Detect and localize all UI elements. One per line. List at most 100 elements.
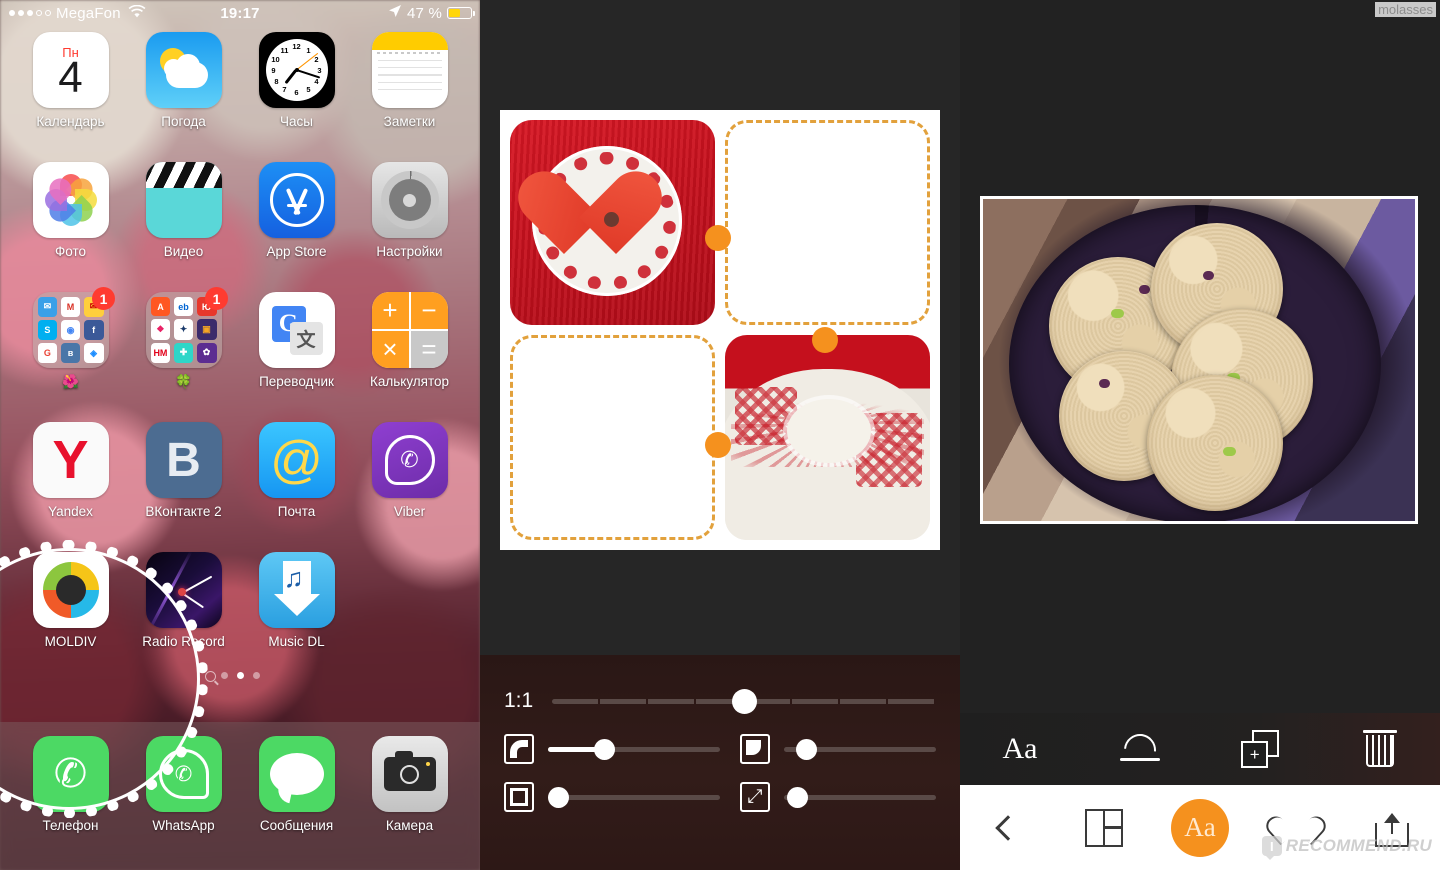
collage-resize-handle[interactable]	[705, 225, 731, 251]
calendar-day-number: 4	[58, 52, 83, 102]
app-icon-videos[interactable]: Видео	[127, 162, 240, 292]
text-toolbar: Aa +	[960, 713, 1440, 785]
calc-key-equals: =	[410, 331, 448, 368]
photo-frame[interactable]: Molasses ⤢	[980, 196, 1418, 524]
app-label: Radio Record	[142, 634, 225, 649]
app-icon-grid: Пн 4 Календарь Погода 12 1 2 3 4 5 6 7 8…	[0, 32, 480, 682]
font-button[interactable]: Aa	[960, 732, 1080, 766]
flip-button[interactable]	[1080, 727, 1200, 773]
app-label: Календарь	[36, 114, 105, 129]
yandex-icon: Y	[32, 422, 109, 498]
collage-resize-handle[interactable]	[812, 327, 838, 353]
app-label: WhatsApp	[152, 818, 215, 833]
screenshot-root: MegaFon 19:17 47 % Пн 4 Календарь Погода…	[0, 0, 1440, 870]
app-icon-viber[interactable]: ✆ Viber	[353, 422, 466, 552]
collage-cell-bottom-right[interactable]	[725, 335, 930, 540]
duplicate-button[interactable]: +	[1200, 730, 1320, 768]
calc-key-multiply: ×	[371, 331, 409, 368]
border-slider-track[interactable]	[547, 786, 720, 808]
app-icon-music-dl[interactable]: ♫ Music DL	[240, 552, 353, 682]
app-row: MOLDIV Radio Record ♫ Music DL	[0, 552, 480, 682]
inner-corner-slider-track[interactable]	[548, 738, 720, 760]
watermark-text: RECOMMEND.RU	[1285, 836, 1432, 855]
delete-button[interactable]	[1320, 730, 1440, 768]
text-editor-panel: molasses Molasses ⤢ Aa	[960, 0, 1440, 870]
app-icon-vkontakte[interactable]: B ВКонтакте 2	[127, 422, 240, 552]
inner-corner-slider-thumb[interactable]	[594, 738, 616, 760]
flip-arc-icon	[1117, 727, 1163, 773]
dock-item-messages[interactable]: Сообщения	[240, 736, 353, 870]
square-border-icon[interactable]	[504, 782, 534, 812]
expand-diagonal-icon[interactable]: ⤢	[740, 782, 770, 812]
text-button[interactable]: Aa	[1152, 798, 1248, 857]
search-icon[interactable]	[205, 671, 216, 682]
back-button[interactable]	[960, 814, 1056, 841]
app-label: Viber	[393, 504, 426, 519]
app-icon-notes[interactable]: Заметки	[353, 32, 466, 162]
page-indicator-dots[interactable]	[0, 671, 480, 682]
collage-cell-top-left[interactable]	[510, 120, 715, 325]
settings-icon	[371, 162, 448, 238]
messages-icon	[258, 736, 335, 812]
weather-icon	[145, 32, 222, 108]
outer-corner-slider-track[interactable]	[784, 738, 936, 760]
location-arrow-icon	[388, 4, 402, 22]
dock-item-whatsapp[interactable]: ✆ WhatsApp	[127, 736, 240, 870]
app-label: App Store	[266, 244, 327, 259]
spacing-slider-thumb[interactable]	[787, 786, 809, 808]
rounded-corner-outer-icon[interactable]	[740, 734, 770, 764]
app-icon-mail[interactable]: @ Почта	[240, 422, 353, 552]
collage-cell-bottom-left[interactable]	[510, 335, 715, 540]
app-icon-clock[interactable]: 12 1 2 3 4 5 6 7 8 9 10 11 Часы	[240, 32, 353, 162]
app-slot-empty	[353, 552, 466, 682]
notes-icon	[371, 32, 448, 108]
border-slider-thumb[interactable]	[547, 786, 569, 808]
app-icon-weather[interactable]: Погода	[127, 32, 240, 162]
app-icon-radio-record[interactable]: Radio Record	[127, 552, 240, 682]
ratio-slider-thumb[interactable]	[731, 688, 757, 714]
outer-corner-slider-thumb[interactable]	[796, 738, 818, 760]
cookie-stack	[1043, 223, 1343, 511]
app-icon-moldiv[interactable]: MOLDIV	[14, 552, 127, 682]
app-icon-app-store[interactable]: App Store	[240, 162, 353, 292]
photos-icon	[32, 162, 109, 238]
watermark-recommend: I RECOMMEND.RU	[1261, 836, 1432, 860]
layout-grid-icon	[1085, 808, 1123, 847]
status-bar: MegaFon 19:17 47 %	[0, 0, 480, 26]
app-folder-1[interactable]: 1 ✉ M ✉ S ◉ f Gв ◈ 🌺	[14, 287, 127, 422]
collage-resize-handle[interactable]	[705, 432, 731, 458]
app-icon-translate[interactable]: G文 Переводчик	[240, 292, 353, 422]
app-label: Почта	[277, 504, 316, 519]
music-dl-icon: ♫	[258, 552, 335, 628]
badge-count: 1	[92, 287, 115, 310]
heart-cookie	[510, 160, 673, 266]
font-aa-icon: Aa	[1002, 732, 1038, 765]
app-folder-2[interactable]: 1 Aeb Ю ❖ ✦ ▣ HM ✚ ✿ 🍀	[127, 287, 240, 422]
collage-canvas[interactable]	[500, 110, 940, 550]
ratio-slider-track[interactable]	[552, 688, 936, 714]
app-label: Переводчик	[259, 374, 334, 389]
app-label: Часы	[280, 114, 313, 129]
calc-key-minus: −	[410, 292, 448, 329]
spacing-slider-track[interactable]	[784, 786, 936, 808]
rounded-corner-inner-icon[interactable]	[504, 734, 534, 764]
app-icon-calculator[interactable]: + − × = Калькулятор	[353, 292, 466, 422]
dock-item-phone[interactable]: ✆ Телефон	[14, 736, 127, 870]
app-icon-yandex[interactable]: Y Yandex	[14, 422, 127, 552]
app-store-icon	[258, 162, 335, 238]
app-label: MOLDIV	[44, 634, 97, 649]
app-row: 1 ✉ M ✉ S ◉ f Gв ◈ 🌺 1 Aeb Ю ❖ ✦ ▣ HM ✚ ✿ 🍀	[0, 287, 480, 422]
whatsapp-icon: ✆	[145, 736, 222, 812]
app-icon-calendar[interactable]: Пн 4 Календарь	[14, 32, 127, 162]
white-doily-on-red-photo	[725, 335, 930, 540]
app-row: Фото Видео App Store Настройки	[0, 162, 480, 292]
app-label: Настройки	[376, 244, 443, 259]
app-label: Погода	[161, 114, 206, 129]
app-icon-photos[interactable]: Фото	[14, 162, 127, 292]
layout-button[interactable]	[1056, 808, 1152, 847]
dock-item-camera[interactable]: Камера	[353, 736, 466, 870]
app-icon-settings[interactable]: Настройки	[353, 162, 466, 292]
collage-cell-top-right[interactable]	[725, 120, 930, 325]
font-aa-icon: Aa	[1171, 798, 1229, 857]
app-label: Yandex	[48, 504, 93, 519]
